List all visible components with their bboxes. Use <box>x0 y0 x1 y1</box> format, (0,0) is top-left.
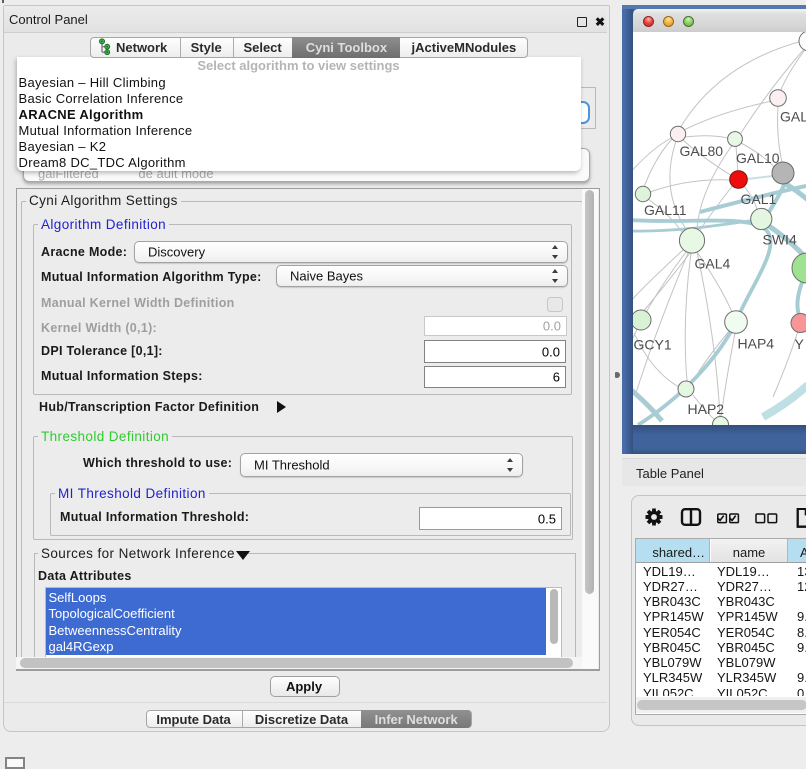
svg-text:GAL11: GAL11 <box>644 202 687 218</box>
svg-text:GAL1: GAL1 <box>741 191 777 207</box>
svg-text:GCY1: GCY1 <box>634 337 672 353</box>
svg-text:GAL80: GAL80 <box>680 143 724 159</box>
svg-text:GAL4: GAL4 <box>695 256 731 272</box>
svg-text:HAP4: HAP4 <box>738 336 775 352</box>
svg-text:GAL2: GAL2 <box>780 109 806 125</box>
svg-text:Y: Y <box>795 336 805 352</box>
svg-text:HAP2: HAP2 <box>688 401 725 417</box>
svg-text:SWI4: SWI4 <box>763 232 797 248</box>
svg-text:GAL10: GAL10 <box>736 150 780 166</box>
